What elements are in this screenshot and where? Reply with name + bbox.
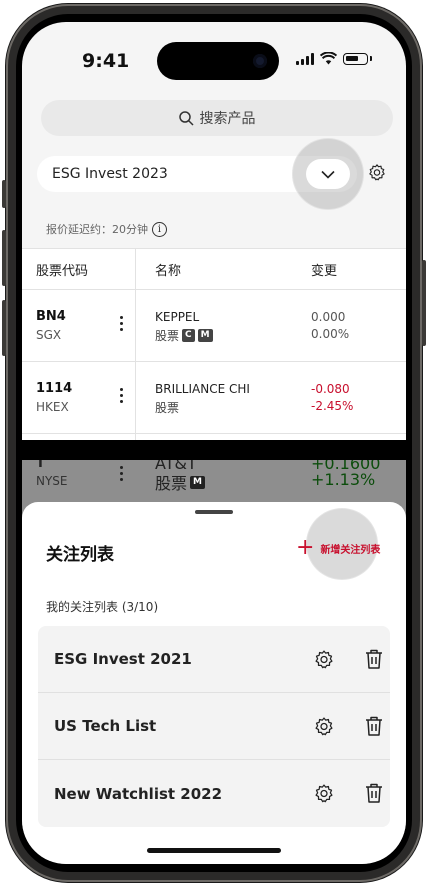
- stock-change-pct: -2.45%: [311, 399, 354, 413]
- stock-exchange: HKEX: [36, 400, 69, 414]
- quote-delay-note: 报价延迟约：20分钟 i: [46, 221, 167, 237]
- header-name: 名称: [155, 263, 182, 279]
- stock-code: BN4: [36, 309, 66, 324]
- stock-change: 0.000: [311, 310, 346, 324]
- gear-icon[interactable]: [314, 716, 334, 736]
- search-icon: [178, 110, 194, 126]
- stock-type: 股票 M: [155, 470, 205, 494]
- camera-icon: [253, 54, 267, 68]
- list-item[interactable]: ESG Invest 2021: [38, 626, 390, 693]
- watchlist-name: US Tech List: [54, 717, 157, 735]
- watchlist-selected-label: ESG Invest 2023: [52, 166, 168, 182]
- stock-exchange: NYSE: [36, 474, 68, 488]
- volume-up-button: [2, 230, 6, 286]
- add-watchlist-label: 新增关注列表: [320, 544, 381, 556]
- watchlist-count: 我的关注列表 (3/10): [46, 600, 159, 614]
- watchlist-bottom-sheet: 关注列表 + 新增关注列表 我的关注列表 (3/10) ESG Invest 2…: [22, 502, 406, 864]
- stock-change-pct: +1.13%: [311, 470, 376, 489]
- stock-exchange: SGX: [36, 328, 62, 342]
- table-row: [22, 434, 406, 440]
- stock-change: -0.080: [311, 382, 350, 396]
- power-button: [422, 260, 426, 346]
- header-code: 股票代码: [36, 263, 89, 279]
- watchlist-name: ESG Invest 2021: [54, 650, 192, 668]
- stock-name: KEPPEL: [155, 310, 200, 324]
- dynamic-island: [157, 42, 279, 80]
- table-row[interactable]: 1114 HKEX BRILLIANCE CHI 股票 -0.080 -2.45…: [22, 362, 406, 434]
- badge-c: C: [182, 329, 195, 342]
- info-icon[interactable]: i: [152, 221, 167, 237]
- watchlist-screen: 9:41 搜索产品 ESG Invest 2023 报价延迟约：20分钟 i 股…: [22, 22, 406, 440]
- watchlist-table: 股票代码 名称 变更 BN4 SGX KEPPEL 股票 C M 0.000 0…: [22, 248, 406, 440]
- sheet-title: 关注列表: [46, 545, 114, 565]
- gear-icon[interactable]: [314, 783, 334, 803]
- watchlist-dropdown-button[interactable]: [306, 159, 350, 189]
- stock-code: 1114: [36, 381, 73, 396]
- watchlist-sheet-screen: T NYSE AT&T 股票 M +0.1600 +1.13% 关注列表 + 新…: [22, 460, 406, 864]
- gear-icon: [369, 164, 385, 181]
- stock-name: BRILLIANCE CHI: [155, 382, 250, 396]
- list-item[interactable]: US Tech List: [38, 693, 390, 760]
- wifi-icon: [320, 52, 337, 65]
- badge-m: M: [190, 475, 205, 489]
- more-options-icon[interactable]: [120, 388, 123, 403]
- watchlist-list: ESG Invest 2021 US Tech List New Watchli…: [38, 626, 390, 827]
- add-watchlist-button[interactable]: + 新增关注列表: [296, 535, 381, 560]
- watchlist-settings-button[interactable]: [368, 163, 386, 185]
- header-change: 变更: [311, 263, 338, 279]
- gear-icon[interactable]: [314, 649, 334, 669]
- stock-type: 股票: [155, 401, 180, 415]
- status-time: 9:41: [82, 50, 130, 72]
- stock-code: T: [36, 460, 45, 471]
- search-placeholder: 搜索产品: [199, 111, 256, 127]
- search-input[interactable]: 搜索产品: [41, 100, 393, 136]
- sheet-grabber[interactable]: [195, 510, 233, 514]
- battery-icon: [343, 52, 368, 65]
- quote-delay-text: 报价延迟约：20分钟: [46, 223, 148, 236]
- stock-change-pct: 0.00%: [311, 327, 350, 341]
- signal-icon: [296, 52, 314, 65]
- table-row-dimmed: T NYSE AT&T 股票 M +0.1600 +1.13%: [22, 460, 406, 504]
- badge-m: M: [197, 329, 213, 342]
- trash-icon[interactable]: [365, 649, 383, 669]
- stock-type: 股票 C M: [155, 327, 213, 344]
- plus-icon: +: [296, 535, 315, 560]
- volume-down-button: [2, 300, 6, 356]
- more-options-icon: [120, 466, 123, 481]
- chevron-down-icon: [321, 170, 335, 179]
- table-header: 股票代码 名称 变更: [22, 248, 406, 290]
- home-indicator[interactable]: [147, 848, 281, 853]
- more-options-icon[interactable]: [120, 316, 123, 331]
- trash-icon[interactable]: [365, 783, 383, 803]
- list-item[interactable]: New Watchlist 2022: [38, 760, 390, 827]
- mute-switch: [2, 180, 6, 208]
- trash-icon[interactable]: [365, 716, 383, 736]
- status-icons: [296, 52, 372, 65]
- table-row[interactable]: BN4 SGX KEPPEL 股票 C M 0.000 0.00%: [22, 290, 406, 362]
- watchlist-name: New Watchlist 2022: [54, 784, 223, 803]
